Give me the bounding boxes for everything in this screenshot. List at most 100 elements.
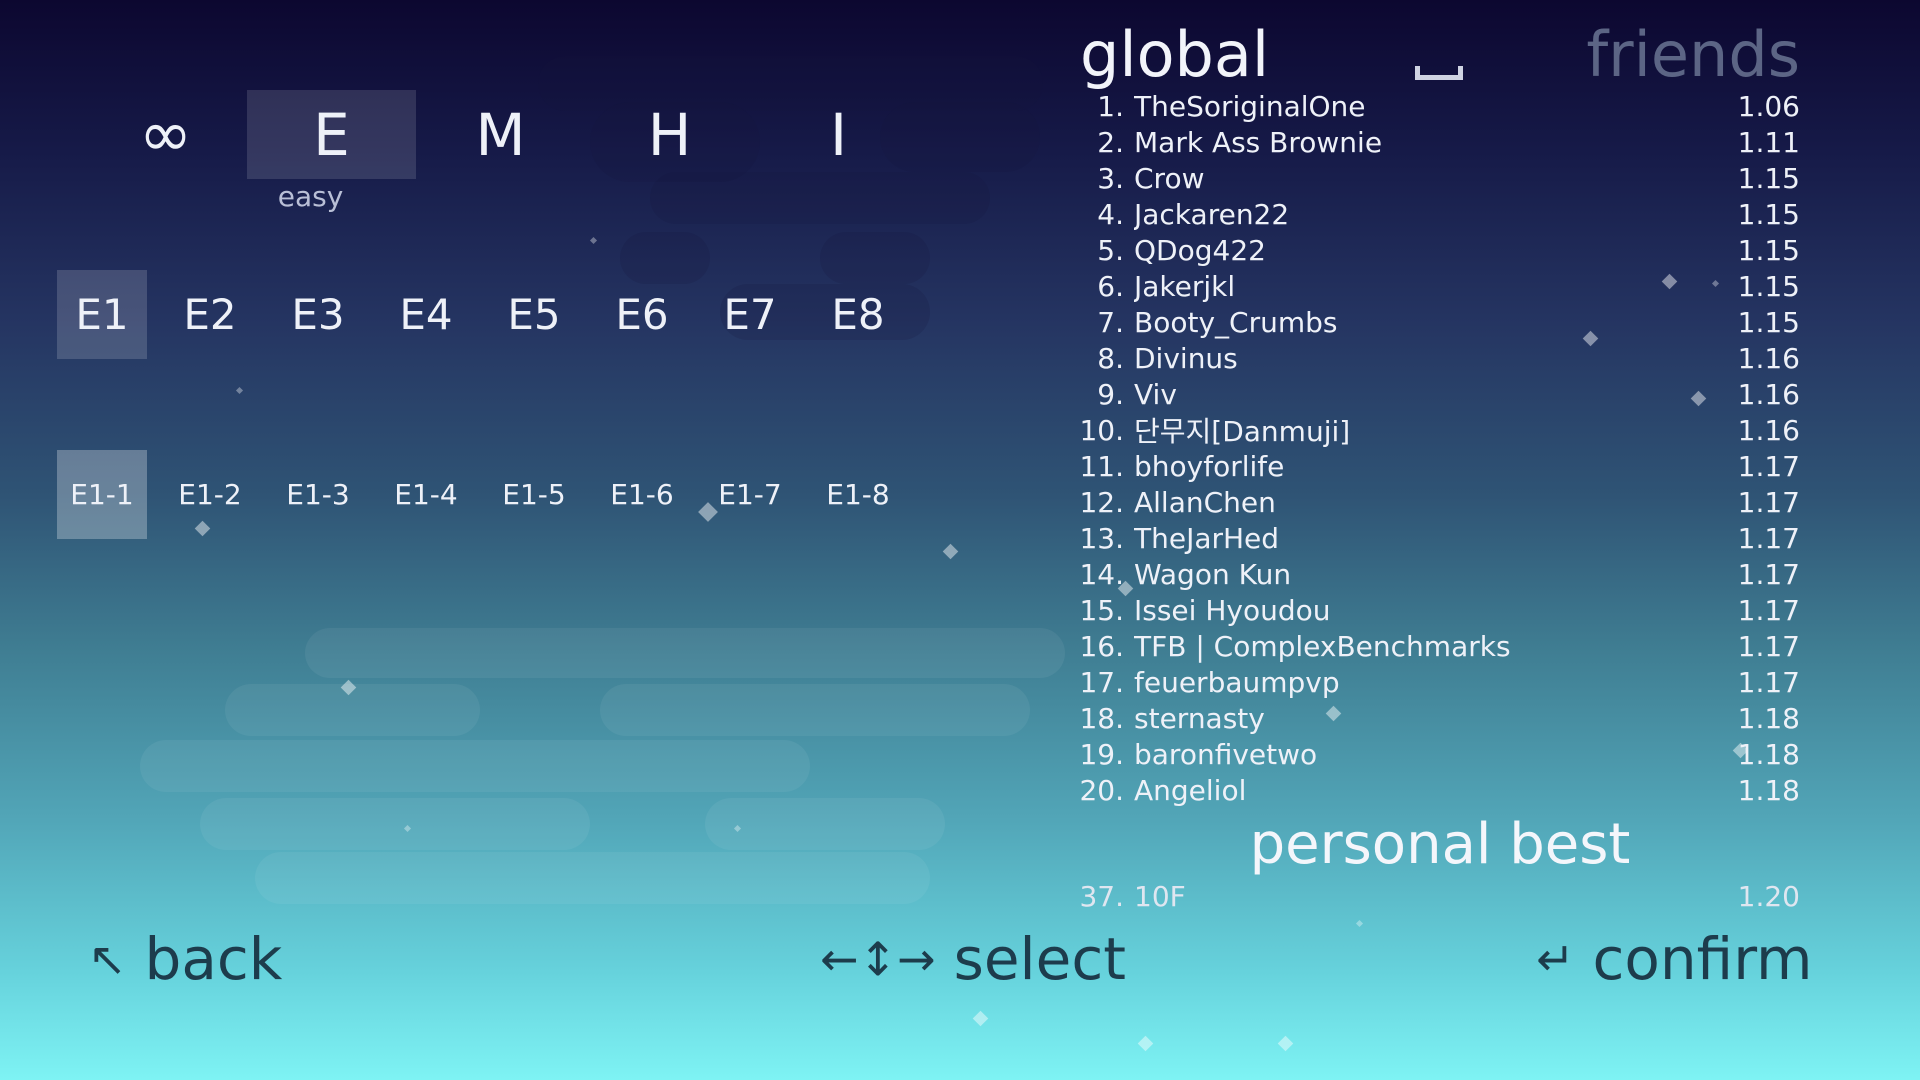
row-rank: 20. <box>1079 773 1124 807</box>
background-cloud <box>255 852 930 904</box>
row-player-name: Mark Ass Brownie <box>1134 125 1383 159</box>
level-tab[interactable]: E1-3 <box>273 450 363 539</box>
level-tab[interactable]: E1-7 <box>705 450 795 539</box>
difficulty-tab-insane[interactable]: I <box>754 90 923 179</box>
row-time: 1.17 <box>1737 485 1800 519</box>
difficulty-tab-medium[interactable]: M <box>416 90 585 179</box>
row-time: 1.16 <box>1737 341 1800 375</box>
select-label: select <box>953 925 1126 993</box>
leaderboard-row: 10. 단무지[Danmuji] 1.16 <box>1078 412 1800 449</box>
episode-tab[interactable]: E5 <box>489 270 579 359</box>
leaderboard-row: 11. bhoyforlife 1.17 <box>1078 448 1800 484</box>
row-player-name: AllanChen <box>1134 485 1276 519</box>
episode-tab[interactable]: E1 <box>57 270 147 359</box>
background-cloud <box>225 684 480 736</box>
row-rank: 7. <box>1097 305 1124 339</box>
difficulty-tab-infinite[interactable]: ∞ <box>78 90 247 179</box>
leaderboard-row: 16. TFB | ComplexBenchmarks 1.17 <box>1078 628 1800 664</box>
leaderboard-row: 1. TheSoriginalOne 1.06 <box>1078 88 1800 124</box>
difficulty-tab-easy[interactable]: E <box>247 90 416 179</box>
episode-tab[interactable]: E6 <box>597 270 687 359</box>
row-rank: 3. <box>1097 161 1124 195</box>
difficulty-tab-label: E <box>313 100 350 169</box>
row-rank: 6. <box>1097 269 1124 303</box>
arrow-up-left-icon: ↖ <box>88 932 127 986</box>
tab-friends[interactable]: friends <box>1586 18 1800 91</box>
row-time: 1.16 <box>1737 413 1800 447</box>
leaderboard-row: 15. Issei Hyoudou 1.17 <box>1078 592 1800 628</box>
leaderboard-header: global friends <box>1080 18 1800 91</box>
episode-tabs: E1 E2 E3 E4 E5 E6 E7 E8 <box>57 270 921 359</box>
select-hint: ←↕→ select <box>820 925 1126 993</box>
back-button[interactable]: ↖ back <box>88 925 282 993</box>
row-player-name: Booty_Crumbs <box>1134 305 1338 339</box>
row-player-name: bhoyforlife <box>1134 449 1285 483</box>
personal-best-rank: 37. <box>1079 880 1124 913</box>
level-tab[interactable]: E1-8 <box>813 450 903 539</box>
row-time: 1.18 <box>1737 701 1800 735</box>
leaderboard-row: 3. Crow 1.15 <box>1078 160 1800 196</box>
background-cloud <box>140 740 810 792</box>
episode-tab[interactable]: E2 <box>165 270 255 359</box>
row-player-name: QDog422 <box>1134 233 1266 267</box>
row-player-name: TheJarHed <box>1134 521 1280 555</box>
leaderboard-row: 9. Viv 1.16 <box>1078 376 1800 412</box>
leaderboard-row: 17. feuerbaumpvp 1.17 <box>1078 664 1800 700</box>
level-tabs: E1-1 E1-2 E1-3 E1-4 E1-5 E1-6 E1-7 E1-8 <box>57 450 921 539</box>
level-tab[interactable]: E1-6 <box>597 450 687 539</box>
episode-tab[interactable]: E3 <box>273 270 363 359</box>
sparkle-decoration <box>235 386 244 395</box>
row-player-name: Jakerjkl <box>1134 269 1236 303</box>
difficulty-name-label: easy <box>277 180 344 213</box>
row-rank: 18. <box>1079 701 1124 735</box>
level-tab[interactable]: E1-2 <box>165 450 255 539</box>
leaderboard-list: 1. TheSoriginalOne 1.06 2. Mark Ass Brownie… <box>1078 88 1800 808</box>
infinity-icon: ∞ <box>138 97 192 172</box>
row-time: 1.18 <box>1737 773 1800 807</box>
row-player-name: TFB | ComplexBenchmarks <box>1134 629 1511 663</box>
leaderboard-row: 12. AllanChen 1.17 <box>1078 484 1800 520</box>
difficulty-tab-hard[interactable]: H <box>585 90 754 179</box>
row-rank: 19. <box>1079 737 1124 771</box>
row-rank: 10. <box>1079 413 1124 447</box>
row-time: 1.15 <box>1737 305 1800 339</box>
episode-tab[interactable]: E8 <box>813 270 903 359</box>
row-player-name: feuerbaumpvp <box>1134 665 1340 699</box>
row-time: 1.06 <box>1737 89 1800 123</box>
episode-tab[interactable]: E7 <box>705 270 795 359</box>
row-rank: 15. <box>1079 593 1124 627</box>
row-rank: 4. <box>1097 197 1124 231</box>
leaderboard-row: 2. Mark Ass Brownie 1.11 <box>1078 124 1800 160</box>
row-time: 1.17 <box>1737 665 1800 699</box>
row-time: 1.11 <box>1737 125 1800 159</box>
personal-best-time: 1.20 <box>1737 880 1800 913</box>
confirm-button[interactable]: ↵ confirm <box>1536 925 1813 993</box>
level-tab[interactable]: E1-5 <box>489 450 579 539</box>
personal-best-title: personal best <box>1249 812 1631 877</box>
sparkle-decoration <box>1137 1035 1154 1052</box>
leaderboard-row: 13. TheJarHed 1.17 <box>1078 520 1800 556</box>
row-rank: 9. <box>1097 377 1124 411</box>
level-tab[interactable]: E1-1 <box>57 450 147 539</box>
leaderboard-row: 14. Wagon Kun 1.17 <box>1078 556 1800 592</box>
row-player-name: Crow <box>1134 161 1205 195</box>
row-time: 1.15 <box>1737 197 1800 231</box>
sparkle-decoration <box>1277 1035 1294 1052</box>
background-cloud <box>305 628 1065 678</box>
sparkle-decoration <box>589 236 598 245</box>
spacebar-icon <box>1415 66 1463 80</box>
row-time: 1.15 <box>1737 269 1800 303</box>
tab-global[interactable]: global <box>1080 18 1269 91</box>
row-time: 1.17 <box>1737 449 1800 483</box>
level-tab[interactable]: E1-4 <box>381 450 471 539</box>
row-player-name: baronfivetwo <box>1134 737 1318 771</box>
row-player-name: Angeliol <box>1134 773 1247 807</box>
difficulty-tab-label: H <box>647 100 692 169</box>
leaderboard-row: 7. Booty_Crumbs 1.15 <box>1078 304 1800 340</box>
sparkle-decoration <box>972 1010 989 1027</box>
episode-tab[interactable]: E4 <box>381 270 471 359</box>
leaderboard-row: 5. QDog422 1.15 <box>1078 232 1800 268</box>
move-arrows-icon: ←↕→ <box>820 932 936 986</box>
row-rank: 8. <box>1097 341 1124 375</box>
background-cloud <box>650 172 990 224</box>
